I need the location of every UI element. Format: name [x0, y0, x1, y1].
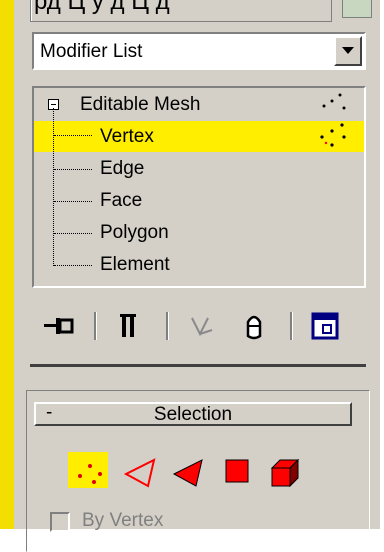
stack-item-label: Polygon	[100, 222, 169, 243]
stack-item-vertex[interactable]: Vertex	[34, 121, 364, 152]
toolbar-separator	[290, 312, 293, 340]
selection-rollout-header[interactable]: - Selection	[34, 402, 352, 426]
vertex-level-icon[interactable]	[68, 452, 108, 488]
element-level-icon[interactable]	[268, 452, 308, 488]
dropdown-arrow-button[interactable]	[334, 36, 362, 66]
chevron-down-icon	[342, 47, 354, 54]
tree-connector	[53, 108, 54, 266]
modifier-stack[interactable]: Editable Mesh Vertex Edge Face Polygon E…	[32, 86, 366, 288]
configure-modifier-sets-icon[interactable]	[310, 310, 342, 342]
polygon-level-icon[interactable]	[222, 452, 262, 488]
face-level-icon[interactable]	[170, 452, 210, 488]
toolbar-separator	[166, 312, 169, 340]
stack-item-label: Editable Mesh	[80, 94, 201, 115]
toolbar-separator	[94, 312, 97, 340]
rollout-title: Selection	[153, 404, 233, 425]
object-name-text: рд Ц у д Ц д	[34, 0, 170, 15]
by-vertex-checkbox[interactable]	[50, 512, 70, 532]
tree-connector	[54, 265, 92, 266]
edge-level-icon[interactable]	[122, 452, 162, 488]
command-panel-screen: рд Ц у д Ц д Modifier List Editable Mesh…	[0, 0, 384, 552]
stack-item-editable-mesh[interactable]: Editable Mesh	[34, 90, 364, 121]
pin-stack-icon[interactable]	[42, 310, 74, 342]
vertex-dots-icon	[322, 93, 346, 110]
stack-item-label: Vertex	[100, 126, 154, 147]
stack-item-label: Face	[100, 190, 143, 211]
tree-connector	[54, 169, 92, 170]
tree-connector	[54, 201, 92, 202]
object-color-swatch[interactable]	[342, 0, 372, 18]
tree-connector	[54, 135, 92, 136]
show-end-result-icon[interactable]	[112, 310, 144, 342]
stack-item-label: Element	[100, 254, 170, 275]
tree-connector	[54, 233, 92, 234]
make-unique-icon[interactable]	[186, 310, 218, 342]
remove-modifier-icon[interactable]	[238, 310, 270, 342]
modifier-list-dropdown[interactable]: Modifier List	[32, 32, 366, 70]
panel-divider	[30, 364, 366, 367]
viewport-border	[0, 0, 14, 529]
stack-item-label: Edge	[100, 158, 145, 179]
vertex-dots-icon	[320, 123, 346, 147]
modifier-list-label: Modifier List	[40, 41, 143, 62]
panel-edge	[380, 0, 384, 529]
